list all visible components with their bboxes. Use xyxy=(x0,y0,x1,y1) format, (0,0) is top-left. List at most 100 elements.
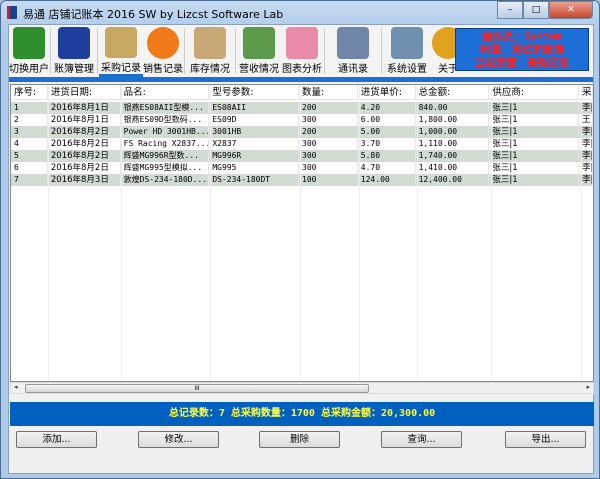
table-row[interactable]: 7 2016年8月3日 敦煌DS-234-180D... DS-234-180DT 10… xyxy=(11,174,593,186)
toolbar-label: 销售记录 xyxy=(143,64,183,75)
toolbar-revenue-money-button[interactable]: 营收情况 xyxy=(237,25,281,77)
table-cell: 张三|1 xyxy=(489,150,580,162)
column-header[interactable]: 序号: xyxy=(11,85,48,99)
accent-strip xyxy=(9,77,593,82)
summary-status-bar: 总记录数：7 总采购数量：1700 总采购金额：20,300.00 xyxy=(10,402,594,426)
minimize-button[interactable]: – xyxy=(497,1,523,19)
table-cell: 1,000.00 xyxy=(416,126,490,138)
table-cell: 2016年8月2日 xyxy=(48,150,121,162)
toolbar-tools-button[interactable]: 系统设置 xyxy=(383,25,431,77)
column-header[interactable]: 数量: xyxy=(299,85,358,99)
table-cell: 6.00 xyxy=(358,114,416,126)
query-button[interactable]: 查询... xyxy=(381,431,462,448)
table-cell: ES08AII xyxy=(209,102,299,114)
table-cell: Power HD 3001HB... xyxy=(121,126,210,138)
column-header[interactable]: 供应商: xyxy=(489,85,580,99)
table-cell: 张三|1 xyxy=(489,126,580,138)
delete-button[interactable]: 删除 xyxy=(259,431,340,448)
scroll-thumb[interactable]: III xyxy=(25,384,369,393)
toolbar-switch-user-button[interactable]: 切换用户 xyxy=(9,25,49,77)
column-header[interactable]: 进货单价: xyxy=(358,85,416,99)
table-row[interactable]: 6 2016年8月2日 辉盛MG995型模拟... MG995 300 4.70 1,410… xyxy=(11,162,593,174)
toolbar-inventory-box-button[interactable]: 库存情况 xyxy=(186,25,234,77)
table-cell: 3001HB xyxy=(209,126,299,138)
table-cell: 2016年8月2日 xyxy=(48,162,121,174)
table-cell: 4.20 xyxy=(358,102,416,114)
table-cell: 124.00 xyxy=(358,174,416,186)
table-row[interactable]: 3 2016年8月2日 Power HD 3001HB... 3001HB 200 5.0… xyxy=(11,126,593,138)
chart-icon xyxy=(286,27,318,59)
scroll-right-arrow-icon[interactable]: ▸ xyxy=(586,383,590,391)
table-cell: 12,400.00 xyxy=(416,174,490,186)
table-cell: 300 xyxy=(299,162,358,174)
window-title: 易通 店铺记账本 2016 SW by Lizcst Software Lab xyxy=(23,8,284,21)
table-row[interactable]: 2 2016年8月1日 银燕ES09D型数码... ES09D 300 6.00 1,800… xyxy=(11,114,593,126)
table-row[interactable]: 4 2016年8月2日 FS Racing X2837... X2837 300 3.70… xyxy=(11,138,593,150)
column-header[interactable]: 总金额: xyxy=(416,85,490,99)
inventory-box-icon xyxy=(194,27,226,59)
table-cell: 200 xyxy=(299,126,358,138)
address-book-icon xyxy=(337,27,369,59)
table-cell: 1 xyxy=(11,102,48,114)
table-cell: 银燕ES08AII型模... xyxy=(121,102,210,114)
table-cell: ES09D xyxy=(209,114,299,126)
table-cell: 6 xyxy=(11,162,48,174)
table-cell: 300 xyxy=(299,150,358,162)
grid-line xyxy=(417,85,418,381)
toolbar-separator xyxy=(184,28,185,74)
grid-line xyxy=(491,85,492,381)
column-header[interactable]: 进货日期: xyxy=(48,85,121,99)
toolbar-label: 系统设置 xyxy=(387,64,427,75)
table-cell: 敦煌DS-234-180D... xyxy=(121,174,210,186)
toolbar-address-book-button[interactable]: 通讯录 xyxy=(326,25,380,77)
close-button[interactable]: ✕ xyxy=(549,1,593,19)
toolbar-purchase-box-button[interactable]: 采购记录 xyxy=(99,25,143,77)
toolbar-label: 通讯录 xyxy=(338,64,368,75)
table-cell: DS-234-180DT xyxy=(209,174,299,186)
grid-line xyxy=(581,85,582,381)
toolbar-chart-button[interactable]: 图表分析 xyxy=(281,25,323,77)
grid-line xyxy=(121,85,122,381)
toolbar-separator xyxy=(381,28,382,74)
edit-button[interactable]: 修改... xyxy=(138,431,219,448)
table-cell: 银燕ES09D型数码... xyxy=(121,114,210,126)
client-area: 切换用户 账簿管理 采购记录 销售记录 库存情况 营收情况 图表分析 通讯录 系统设置 关于 操作… xyxy=(8,24,594,474)
scroll-left-arrow-icon[interactable]: ◂ xyxy=(14,383,18,391)
column-header[interactable]: 品名: xyxy=(121,85,210,99)
toolbar-separator xyxy=(97,28,98,74)
operator-label: 操作员：System xyxy=(482,31,562,43)
export-button[interactable]: 导出... xyxy=(505,431,586,448)
table-cell: 3 xyxy=(11,126,48,138)
grid-line xyxy=(300,85,301,381)
toolbar-separator xyxy=(324,28,325,74)
table-cell: 1,740.00 xyxy=(416,150,490,162)
table-cell: X2837 xyxy=(209,138,299,150)
maximize-button[interactable]: □ xyxy=(523,1,549,19)
revenue-money-icon xyxy=(243,27,275,59)
info-panel: 操作员：System 账簿：测试的账簿 当前页面：采购记录 xyxy=(455,28,589,71)
dollar-icon xyxy=(147,27,179,59)
table-cell: 1,800.00 xyxy=(416,114,490,126)
toolbar-ledger-book-button[interactable]: 账簿管理 xyxy=(52,25,96,77)
table-cell: MG996R xyxy=(209,150,299,162)
grid-line xyxy=(48,85,49,381)
table-cell: 2016年8月2日 xyxy=(48,138,121,150)
toolbar-label: 营收情况 xyxy=(239,64,279,75)
table-row[interactable]: 1 2016年8月1日 银燕ES08AII型模... ES08AII 200 4.20 84… xyxy=(11,102,593,114)
horizontal-scrollbar[interactable]: ◂ III ▸ xyxy=(10,382,594,394)
table-cell: 200 xyxy=(299,102,358,114)
table-cell: 2016年8月1日 xyxy=(48,102,121,114)
table-cell: 2016年8月2日 xyxy=(48,126,121,138)
add-button[interactable]: 添加... xyxy=(16,431,97,448)
table-cell: 2 xyxy=(11,114,48,126)
table-cell: 2016年8月1日 xyxy=(48,114,121,126)
table-header: 序号: 进货日期: 品名: 型号参数: 数量: 进货单价: 总金额: 供应商: 采 xyxy=(11,85,593,100)
grid-line xyxy=(210,85,211,381)
table-cell: 5.00 xyxy=(358,126,416,138)
toolbar-dollar-button[interactable]: 销售记录 xyxy=(143,25,183,77)
column-header[interactable]: 型号参数: xyxy=(209,85,299,99)
table-row[interactable]: 5 2016年8月2日 辉盛MG996R型数... MG996R 300 5.80 1,74… xyxy=(11,150,593,162)
table-cell: 4 xyxy=(11,138,48,150)
purchase-table[interactable]: 序号: 进货日期: 品名: 型号参数: 数量: 进货单价: 总金额: 供应商: 采 1 2016年8… xyxy=(10,84,594,382)
table-cell: 张三|1 xyxy=(489,138,580,150)
